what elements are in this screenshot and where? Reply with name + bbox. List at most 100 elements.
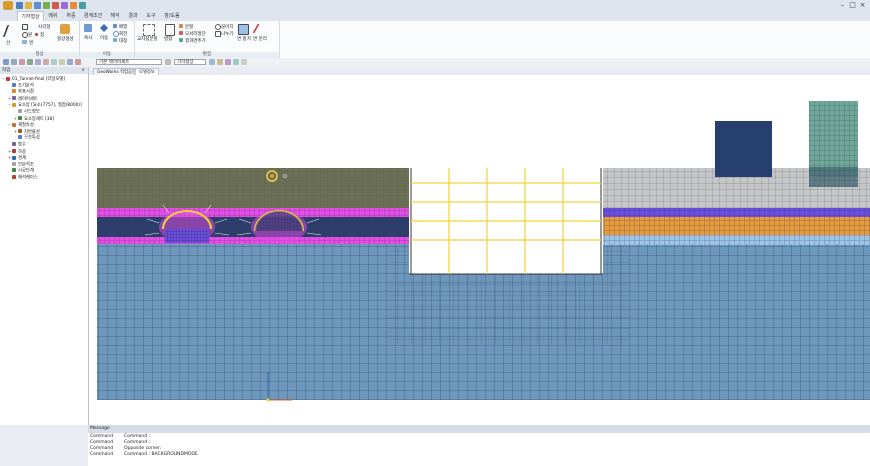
close-icon[interactable]: × xyxy=(858,1,867,10)
rotate-view-icon[interactable] xyxy=(27,59,33,65)
rectangle-icon xyxy=(22,24,28,30)
message-text: Command : xyxy=(124,434,151,439)
redo-icon[interactable] xyxy=(52,2,59,9)
tree-item[interactable]: + 지반물성 xyxy=(14,129,40,136)
display-icon[interactable] xyxy=(67,59,73,65)
shading-icon[interactable] xyxy=(75,59,81,65)
merge-icon[interactable] xyxy=(165,24,175,36)
tree-item[interactable]: −01_Tunnel-final [터널모델] xyxy=(2,76,65,83)
tab-window-help[interactable]: 창/도움 xyxy=(160,11,184,21)
options-icon[interactable] xyxy=(241,59,247,65)
tree-item[interactable]: 초기분석 xyxy=(8,82,34,90)
break-button[interactable]: 끊어지 xyxy=(221,24,233,30)
move-icon[interactable] xyxy=(100,24,108,32)
mesh-canvas[interactable] xyxy=(89,75,870,425)
face-button[interactable]: 면 xyxy=(29,40,33,46)
tree-item[interactable]: − 요소망 [요소(7757), 절점(8000)] xyxy=(8,102,82,109)
layer-set-select[interactable]: 기본 레이어세트 xyxy=(96,59,162,65)
iso-view-icon[interactable] xyxy=(59,59,65,65)
front-view-icon[interactable] xyxy=(35,59,41,65)
tree-item[interactable]: 시드정보 xyxy=(14,109,40,116)
tree-item-label: 좌표시점 xyxy=(18,89,34,95)
point-button[interactable]: 점 xyxy=(40,32,44,38)
minimize-icon[interactable]: – xyxy=(838,1,847,10)
auto-generate-icon[interactable] xyxy=(60,24,70,34)
settings-icon[interactable] xyxy=(70,2,77,9)
result-face-button[interactable]: 결과면추기 xyxy=(185,38,206,44)
tree-item[interactable]: + 레이어세트 xyxy=(8,96,38,103)
array-button[interactable]: 배열 xyxy=(119,24,127,30)
tab-tools[interactable]: 도구 xyxy=(142,11,160,21)
face-separate-button[interactable]: 면 분리 xyxy=(253,36,267,42)
new-file-icon[interactable] xyxy=(16,2,23,9)
help-icon[interactable] xyxy=(79,2,86,9)
tree-item[interactable]: 좌표시점 xyxy=(8,89,34,96)
split-button[interactable]: 분할 xyxy=(185,24,193,30)
panel-close-icon[interactable]: × xyxy=(81,67,85,74)
tree-node-icon xyxy=(18,129,22,134)
side-view-icon[interactable] xyxy=(51,59,57,65)
save-icon[interactable] xyxy=(34,2,41,9)
face-join-icon[interactable] xyxy=(238,24,249,35)
snap-icon[interactable] xyxy=(225,59,231,65)
tab-result[interactable]: 결과 xyxy=(124,11,142,21)
copy-icon[interactable] xyxy=(84,24,92,32)
ribbon-tab-bar: 기하형상 메쉬 하중 경계조건 해석 결과 도구 창/도움 xyxy=(0,11,870,21)
tree-item-label: 시드정보 xyxy=(24,109,40,115)
intersect-split-button[interactable]: 교차점분할 xyxy=(137,36,158,42)
mirror-button[interactable]: 대칭 xyxy=(119,38,127,44)
copy-button[interactable]: 복사 xyxy=(84,35,92,41)
maximize-icon[interactable]: □ xyxy=(848,1,857,10)
print-icon[interactable] xyxy=(61,2,68,9)
edge-cut-button[interactable]: 모서리절단 xyxy=(185,31,206,37)
filter-icon[interactable] xyxy=(209,59,215,65)
model-viewport[interactable] xyxy=(89,75,870,425)
tab-load[interactable]: 하중 xyxy=(62,11,80,21)
view-fit-icon[interactable] xyxy=(3,59,9,65)
merge-button[interactable]: 병합 xyxy=(164,36,172,42)
pan-icon[interactable] xyxy=(19,59,25,65)
tab-mesh[interactable]: 메쉬 xyxy=(44,11,62,21)
tree-item[interactable]: 해석케이스 xyxy=(8,175,38,182)
tree-item[interactable]: + 경계 xyxy=(8,155,26,162)
zoom-icon[interactable] xyxy=(11,59,17,65)
tree-node-icon xyxy=(18,135,22,140)
tab-model-info[interactable]: 모델정보 xyxy=(135,68,159,75)
tab-geometry[interactable]: 기하형상 xyxy=(17,11,44,21)
tree-item[interactable]: + 요소망세트 [38] xyxy=(14,116,54,123)
tree-item[interactable]: 구조특성 xyxy=(14,135,40,142)
message-text: Command : BACKGROUNDMODE xyxy=(124,452,198,457)
auto-generate-button[interactable]: 형상생성 xyxy=(57,36,74,42)
move-button[interactable]: 이동 xyxy=(100,35,108,41)
message-panel[interactable]: Command Command : Command Command : Comman… xyxy=(88,433,870,466)
message-text: Opposite corner: xyxy=(124,446,162,451)
layer-icon[interactable] xyxy=(165,59,171,65)
tree-item[interactable]: − 재질속성 xyxy=(8,122,34,129)
entity-type-select[interactable]: 기하형상 xyxy=(174,59,206,65)
undo-icon[interactable] xyxy=(43,2,50,9)
tree-item[interactable]: 보분석조 xyxy=(8,161,34,169)
tree-item-label: 시공단계 xyxy=(18,168,34,174)
tree-item[interactable]: 시공단계 xyxy=(8,168,34,175)
face-join-button[interactable]: 면 합치 xyxy=(237,36,251,42)
tab-analysis[interactable]: 해석 xyxy=(106,11,124,21)
grid-icon[interactable] xyxy=(233,59,239,65)
line-button[interactable]: 선 xyxy=(6,40,10,46)
tree-node-icon xyxy=(6,76,10,81)
tab-boundary[interactable]: 경계조건 xyxy=(80,11,106,21)
tree-item[interactable]: 함수 xyxy=(8,142,26,149)
open-file-icon[interactable] xyxy=(25,2,32,9)
tree-item[interactable]: + 하중 xyxy=(8,149,26,156)
top-view-icon[interactable] xyxy=(43,59,49,65)
line-icon[interactable] xyxy=(2,25,20,37)
tab-workspace[interactable]: GeoWorks 작업공간 xyxy=(93,68,140,75)
face-separate-icon[interactable] xyxy=(252,24,269,33)
intersect-split-icon[interactable] xyxy=(143,24,155,36)
building-left xyxy=(715,121,772,177)
select-icon[interactable] xyxy=(217,59,223,65)
circle-button[interactable]: 원 xyxy=(28,32,32,38)
rotate-button[interactable]: 회전 xyxy=(119,31,127,37)
rectangle-button[interactable]: 사각형 xyxy=(38,24,50,30)
divide-button[interactable]: 나누기 xyxy=(221,31,233,37)
app-logo-icon[interactable] xyxy=(3,1,13,10)
